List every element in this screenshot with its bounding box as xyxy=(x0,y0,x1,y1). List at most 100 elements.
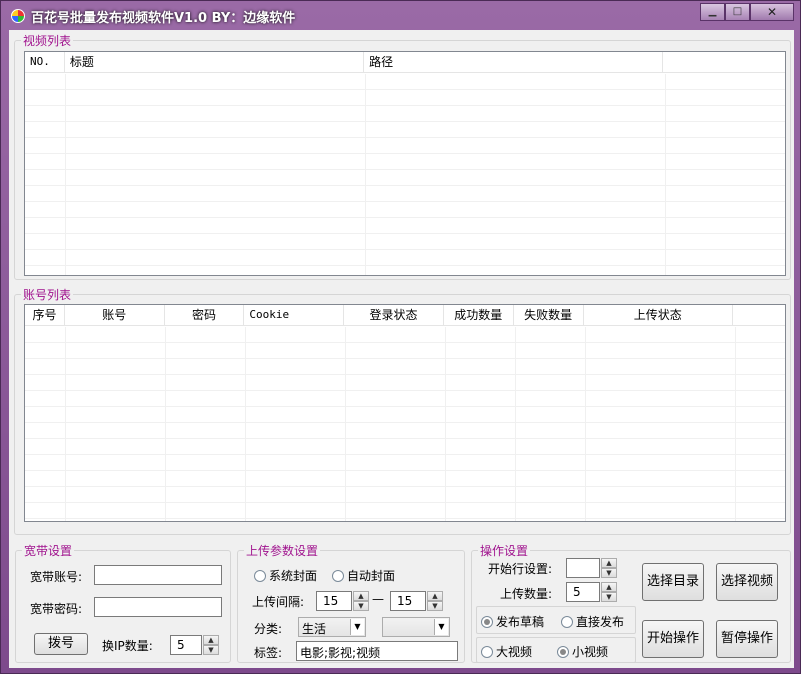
broadband-label: 宽带设置 xyxy=(22,542,75,559)
pause-operation-button[interactable]: 暂停操作 xyxy=(716,620,778,658)
col-account[interactable]: 账号 xyxy=(65,305,165,326)
grid-line xyxy=(345,327,346,521)
upload-count-spinner[interactable]: 5 ▲ ▼ xyxy=(566,582,617,602)
grid-line xyxy=(65,74,66,275)
spin-arrows: ▲ ▼ xyxy=(427,591,443,611)
spin-arrows: ▲ ▼ xyxy=(601,558,617,578)
radio-icon xyxy=(557,645,569,658)
select-video-button[interactable]: 选择视频 xyxy=(716,563,778,601)
category-value: 生活 xyxy=(302,622,327,636)
col-upload-status[interactable]: 上传状态 xyxy=(584,305,734,326)
video-size-box: 大视频 小视频 xyxy=(476,637,636,663)
ip-count-label: 换IP数量: xyxy=(102,639,153,653)
interval-from-spinner[interactable]: 15 ▲ ▼ xyxy=(316,591,369,611)
col-password[interactable]: 密码 xyxy=(165,305,245,326)
cover-system-label: 系统封面 xyxy=(269,569,318,583)
category-select[interactable]: 生活 ▼ xyxy=(298,617,366,637)
col-success-count[interactable]: 成功数量 xyxy=(444,305,514,326)
minimize-button[interactable]: ▁ xyxy=(700,3,725,21)
spin-down-icon[interactable]: ▼ xyxy=(353,601,369,611)
ip-count-value: 5 xyxy=(177,638,185,652)
account-list-label: 账号列表 xyxy=(21,286,74,303)
video-list-group: 视频列表 NO. 标题 路径 xyxy=(14,32,791,280)
upload-count-label: 上传数量: xyxy=(500,587,553,601)
start-operation-button[interactable]: 开始操作 xyxy=(642,620,704,658)
client-area: 视频列表 NO. 标题 路径 账号列表 序号 账号 密码 Cookie 登录状态… xyxy=(9,30,794,668)
spin-up-icon[interactable]: ▲ xyxy=(601,558,617,568)
cover-auto-radio[interactable]: 自动封面 xyxy=(332,567,395,584)
grid-line xyxy=(245,327,246,521)
broadband-account-input[interactable] xyxy=(94,565,222,585)
operation-group: 操作设置 开始行设置: ▲ ▼ 上传数量: 5 ▲ ▼ 发布草稿 直接发布 大视频 … xyxy=(471,542,791,663)
grid-line xyxy=(585,327,586,521)
tags-input[interactable]: 电影;影视;视频 xyxy=(296,641,458,661)
radio-icon xyxy=(561,615,573,628)
app-icon xyxy=(11,9,25,23)
spin-arrows: ▲ ▼ xyxy=(353,591,369,611)
video-list-label: 视频列表 xyxy=(21,32,74,49)
chevron-down-icon: ▼ xyxy=(350,619,364,635)
caption-buttons: ▁ □ ✕ xyxy=(700,3,794,21)
grid-line xyxy=(65,327,66,521)
title-bar[interactable]: 百花号批量发布视频软件V1.0 BY：边缘软件 ▁ □ ✕ xyxy=(1,1,801,29)
direct-publish-label: 直接发布 xyxy=(576,615,625,629)
col-extra xyxy=(663,52,785,73)
radio-icon xyxy=(481,615,493,628)
ip-count-spinner[interactable]: 5 ▲ ▼ xyxy=(170,635,219,655)
start-row-spinner[interactable]: ▲ ▼ xyxy=(566,558,617,578)
col-no[interactable]: NO. xyxy=(25,52,65,73)
account-list-header: 序号 账号 密码 Cookie 登录状态 成功数量 失败数量 上传状态 xyxy=(25,305,785,326)
col-title[interactable]: 标题 xyxy=(65,52,365,73)
big-video-radio[interactable]: 大视频 xyxy=(481,643,532,660)
dial-button[interactable]: 拨号 xyxy=(34,633,88,655)
video-list-body[interactable] xyxy=(25,74,785,275)
start-row-label: 开始行设置: xyxy=(488,562,553,576)
spin-arrows: ▲ ▼ xyxy=(203,635,219,655)
spin-up-icon[interactable]: ▲ xyxy=(203,635,219,645)
direct-publish-radio[interactable]: 直接发布 xyxy=(561,613,624,630)
col-fail-count[interactable]: 失败数量 xyxy=(514,305,584,326)
upload-count-value: 5 xyxy=(573,585,581,599)
col-cookie[interactable]: Cookie xyxy=(244,305,345,326)
account-list-view[interactable]: 序号 账号 密码 Cookie 登录状态 成功数量 失败数量 上传状态 xyxy=(24,304,786,522)
broadband-password-label: 宽带密码: xyxy=(30,602,83,616)
draft-radio[interactable]: 发布草稿 xyxy=(481,613,544,630)
main-window: 百花号批量发布视频软件V1.0 BY：边缘软件 ▁ □ ✕ 视频列表 NO. 标… xyxy=(0,0,801,674)
small-video-label: 小视频 xyxy=(572,645,609,659)
operation-label: 操作设置 xyxy=(478,542,531,559)
col-index[interactable]: 序号 xyxy=(25,305,65,326)
grid-line xyxy=(445,327,446,521)
grid-line xyxy=(735,327,736,521)
upload-params-label: 上传参数设置 xyxy=(244,542,321,559)
col-path[interactable]: 路径 xyxy=(364,52,664,73)
radio-icon xyxy=(481,645,493,658)
grid-line xyxy=(165,327,166,521)
spin-up-icon[interactable]: ▲ xyxy=(427,591,443,601)
col-login-status[interactable]: 登录状态 xyxy=(344,305,444,326)
grid-line xyxy=(365,74,366,275)
spin-up-icon[interactable]: ▲ xyxy=(353,591,369,601)
select-directory-button[interactable]: 选择目录 xyxy=(642,563,704,601)
category-label: 分类: xyxy=(254,622,283,636)
cover-auto-label: 自动封面 xyxy=(347,569,396,583)
subcategory-select[interactable]: ▼ xyxy=(382,617,450,637)
spin-down-icon[interactable]: ▼ xyxy=(203,645,219,655)
spin-down-icon[interactable]: ▼ xyxy=(601,568,617,578)
small-video-radio[interactable]: 小视频 xyxy=(557,643,608,660)
broadband-group: 宽带设置 宽带账号: 宽带密码: 拨号 换IP数量: 5 ▲ ▼ xyxy=(15,542,231,663)
cover-system-radio[interactable]: 系统封面 xyxy=(254,567,317,584)
chevron-down-icon: ▼ xyxy=(434,619,448,635)
maximize-button[interactable]: □ xyxy=(725,3,750,21)
broadband-password-input[interactable] xyxy=(94,597,222,617)
interval-from-value: 15 xyxy=(323,594,339,608)
tags-label: 标签: xyxy=(254,646,283,660)
interval-to-spinner[interactable]: 15 ▲ ▼ xyxy=(390,591,443,611)
grid-line xyxy=(515,327,516,521)
spin-down-icon[interactable]: ▼ xyxy=(601,592,617,602)
close-button[interactable]: ✕ xyxy=(750,3,794,21)
big-video-label: 大视频 xyxy=(496,645,533,659)
spin-up-icon[interactable]: ▲ xyxy=(601,582,617,592)
video-list-view[interactable]: NO. 标题 路径 xyxy=(24,51,786,276)
spin-down-icon[interactable]: ▼ xyxy=(427,601,443,611)
account-list-body[interactable] xyxy=(25,327,785,521)
